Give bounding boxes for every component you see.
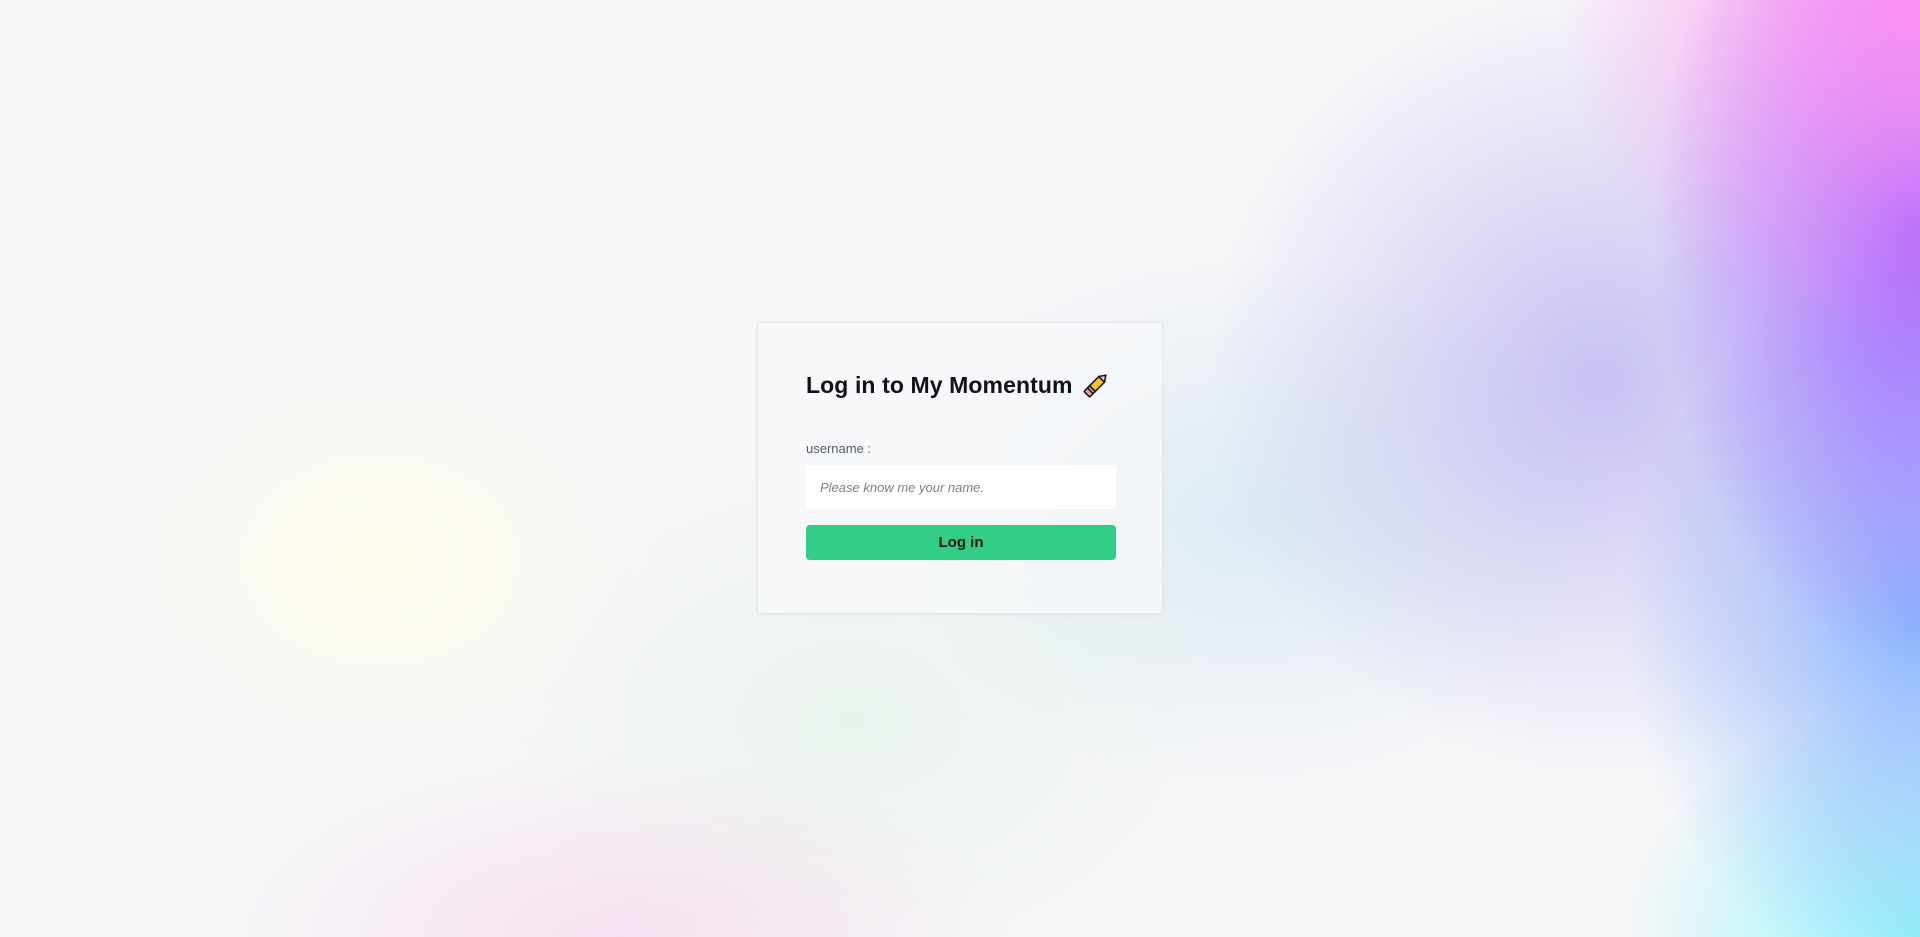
page-title: Log in to My Momentum: [806, 371, 1073, 398]
login-card: Log in to My Momentum username : Log in: [757, 322, 1163, 614]
login-button[interactable]: Log in: [806, 525, 1116, 560]
username-label: username :: [806, 441, 872, 456]
username-input[interactable]: [806, 465, 1116, 509]
title-row: Log in to My Momentum: [806, 367, 1114, 403]
pencil-icon: [1081, 370, 1111, 400]
